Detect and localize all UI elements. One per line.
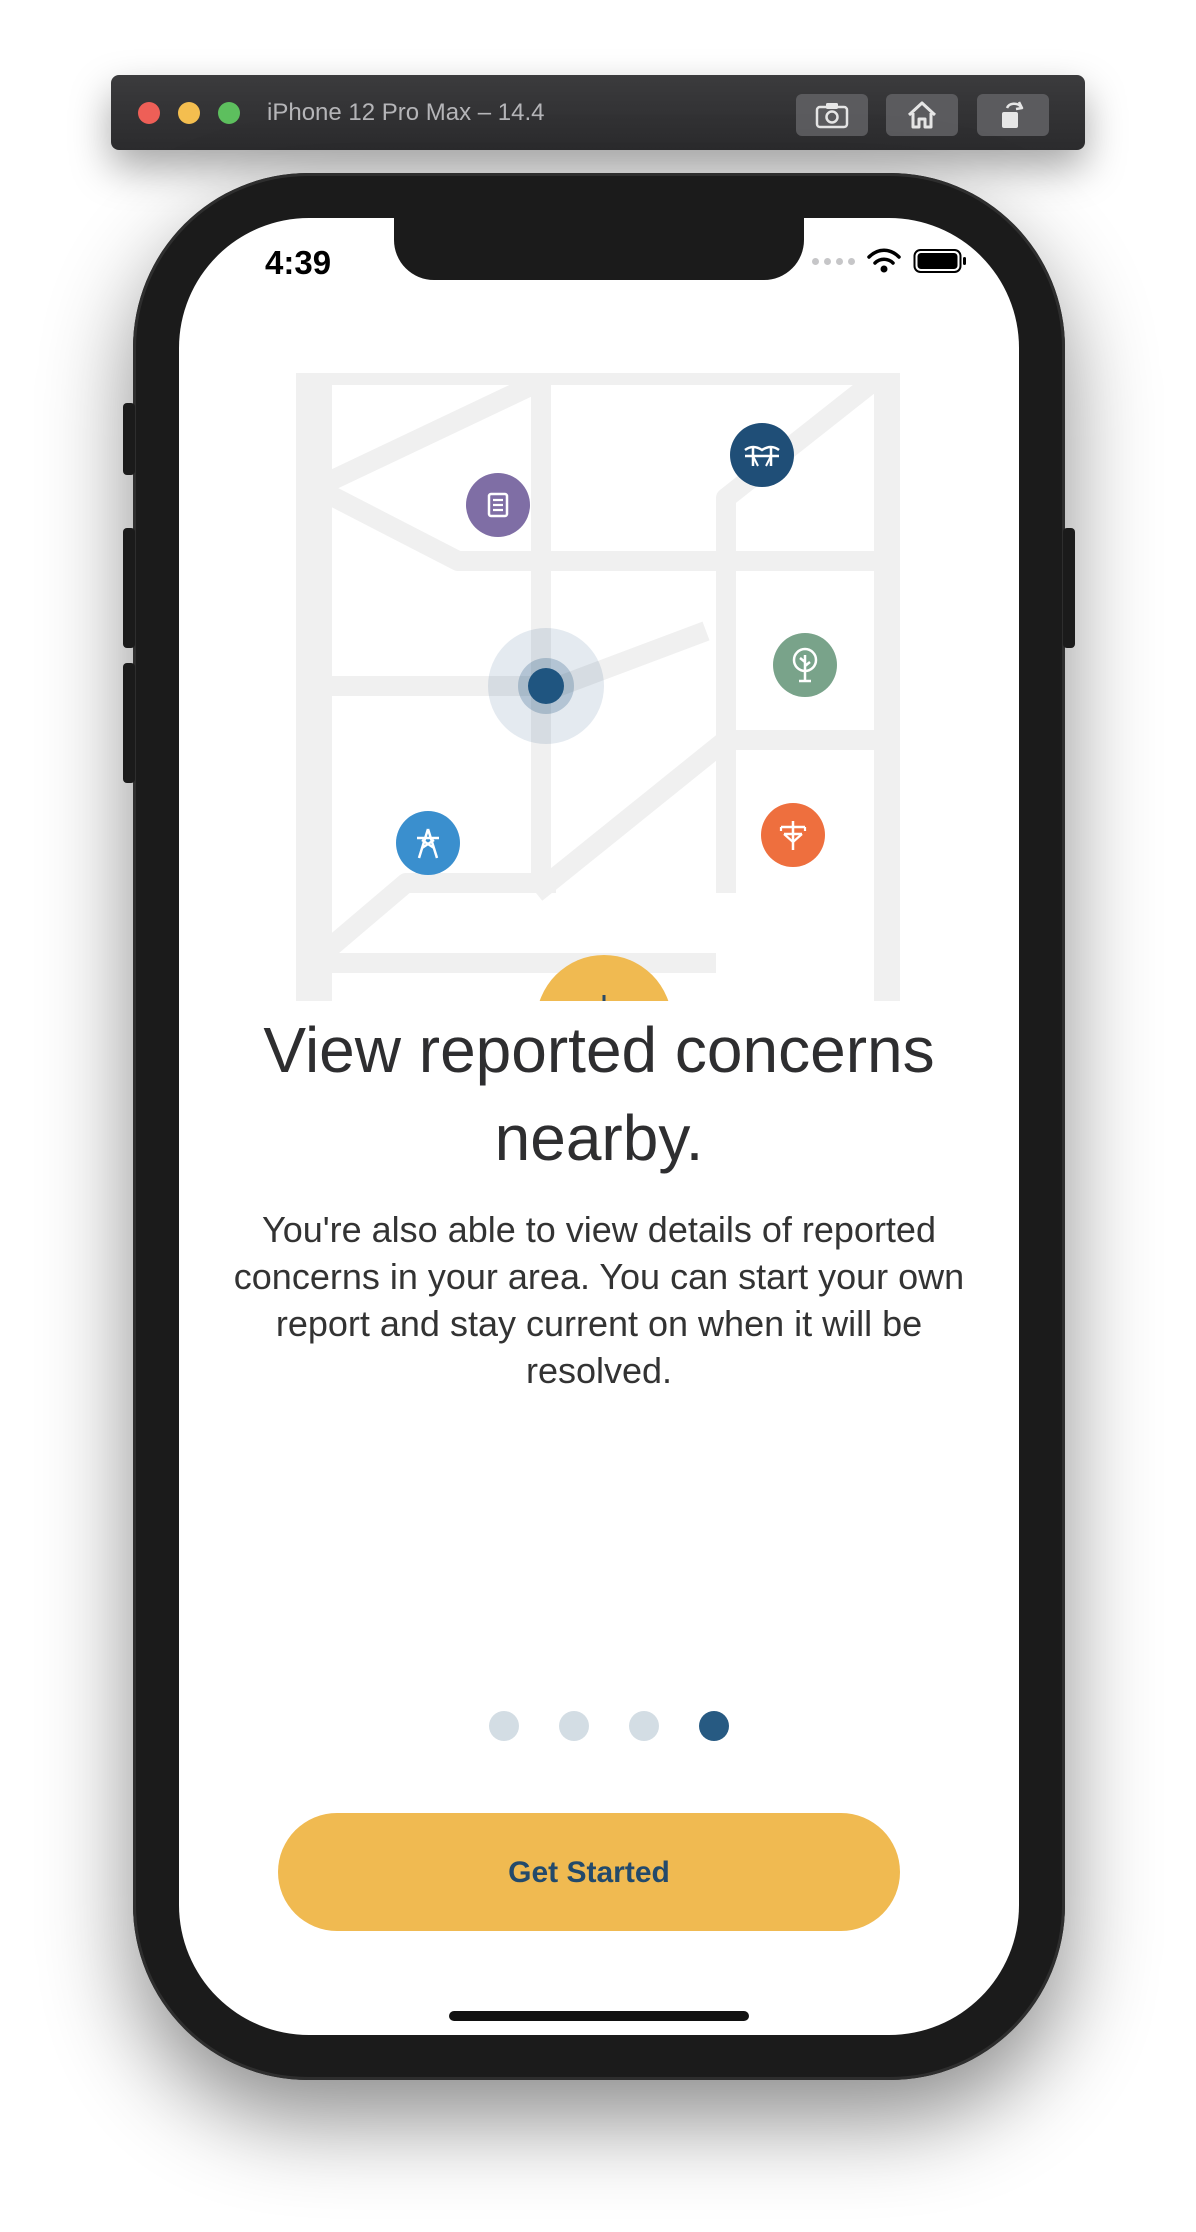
tree-icon <box>792 647 818 683</box>
zoom-window-button[interactable] <box>218 102 240 124</box>
signal-dots-icon <box>812 257 855 265</box>
simulator-window: iPhone 12 Pro Max – 14.4 4:39 View repor… <box>0 0 1196 2232</box>
add-report-button[interactable] <box>536 955 672 1001</box>
power-tower-icon <box>417 828 439 859</box>
page-dot-3[interactable] <box>629 1711 659 1741</box>
page-dot-2[interactable] <box>559 1711 589 1741</box>
screenshot-button[interactable] <box>796 94 868 136</box>
wifi-icon <box>867 248 901 273</box>
simulator-title: iPhone 12 Pro Max – 14.4 <box>267 99 545 126</box>
rotate-button[interactable] <box>977 94 1049 136</box>
volume-up-button[interactable] <box>123 528 135 648</box>
current-location-marker <box>528 668 564 704</box>
onboarding-headline: View reported concerns nearby. <box>263 1014 935 1174</box>
minimize-window-button[interactable] <box>178 102 200 124</box>
status-icons <box>812 248 967 274</box>
home-button[interactable] <box>886 94 958 136</box>
side-button[interactable] <box>1063 528 1075 648</box>
bridge-icon <box>744 445 780 467</box>
phone-frame: 4:39 View reported concerns nearby. You'… <box>123 173 1075 2080</box>
document-icon <box>487 492 509 518</box>
pin-bridge[interactable] <box>730 423 794 487</box>
notch <box>394 218 804 280</box>
page-dot-1[interactable] <box>489 1711 519 1741</box>
home-icon <box>907 101 937 129</box>
page-dot-4-current[interactable] <box>699 1711 729 1741</box>
volume-down-button[interactable] <box>123 663 135 783</box>
app-screen: 4:39 View reported concerns nearby. You'… <box>179 218 1019 2035</box>
pin-utility-pole[interactable] <box>761 803 825 867</box>
simulator-toolbar: iPhone 12 Pro Max – 14.4 <box>111 75 1085 150</box>
battery-icon <box>913 249 966 273</box>
get-started-button[interactable]: Get Started <box>278 1813 900 1931</box>
pin-document[interactable] <box>466 473 530 537</box>
utility-pole-icon <box>779 821 807 850</box>
onboarding-description: You're also able to view details of repo… <box>233 1209 965 1391</box>
plus-icon <box>602 995 606 1001</box>
status-time: 4:39 <box>265 244 332 281</box>
page-indicator[interactable] <box>189 1711 1019 1741</box>
close-window-button[interactable] <box>138 102 160 124</box>
map-illustration <box>296 373 900 1001</box>
pin-power-tower[interactable] <box>396 811 460 875</box>
rotate-icon <box>1002 101 1024 128</box>
mute-switch[interactable] <box>123 403 135 475</box>
screenshot-icon <box>815 103 849 129</box>
pin-tree[interactable] <box>773 633 837 697</box>
home-indicator[interactable] <box>449 2011 749 2021</box>
